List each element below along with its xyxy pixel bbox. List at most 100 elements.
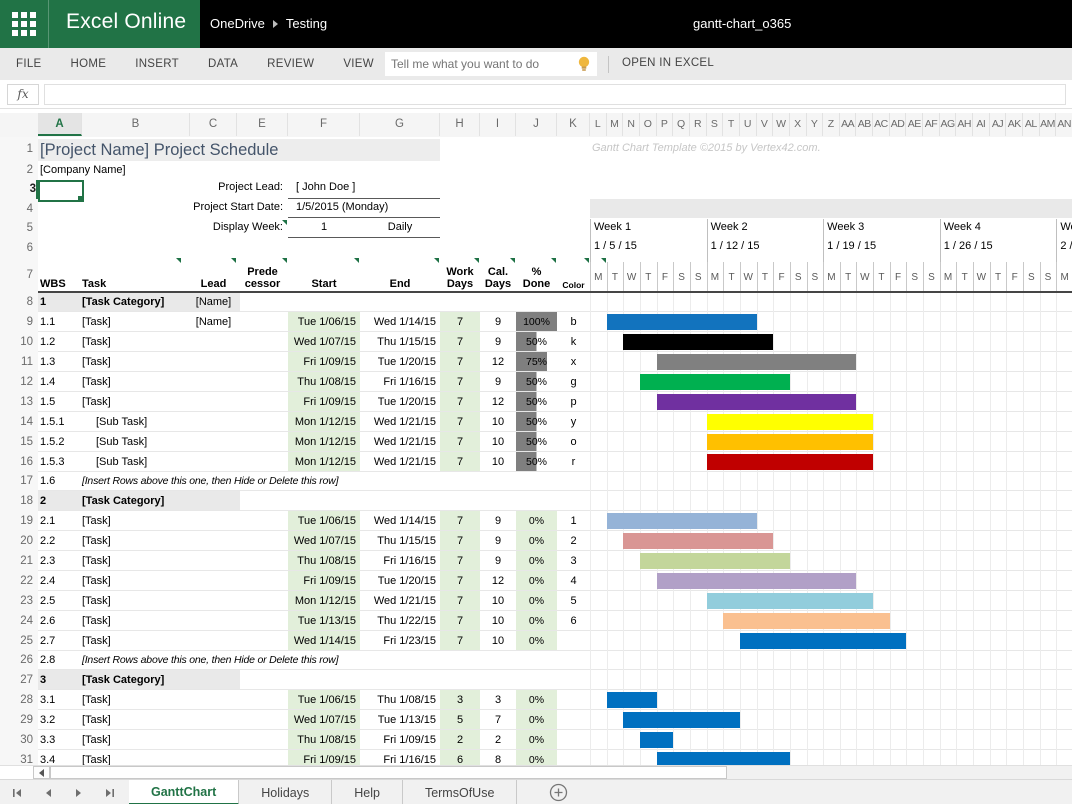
column-header-N[interactable]: N [623, 113, 640, 136]
color-code-cell[interactable]: g [557, 372, 590, 392]
gantt-bar[interactable] [640, 732, 673, 748]
wbs-cell[interactable]: 3.4 [40, 750, 55, 765]
gantt-bar[interactable] [607, 692, 657, 708]
app-launcher-button[interactable] [10, 10, 38, 38]
wbs-cell[interactable]: 1.2 [40, 332, 55, 352]
workdays-cell[interactable]: 7 [440, 531, 480, 551]
column-header-P[interactable]: P [657, 113, 674, 136]
wbs-cell[interactable]: 3 [40, 670, 46, 690]
caldays-cell[interactable]: 10 [480, 452, 516, 472]
done-cell[interactable]: 0% [516, 631, 557, 651]
row-header-14[interactable]: 14 [0, 412, 33, 432]
gantt-bar[interactable] [723, 613, 890, 629]
next-sheet-icon[interactable] [74, 788, 84, 798]
column-header-Z[interactable]: Z [823, 113, 840, 136]
task-cell[interactable]: [Task] [82, 392, 111, 412]
column-header-M[interactable]: M [607, 113, 624, 136]
end-cell[interactable]: Wed 1/21/15 [360, 412, 436, 432]
end-cell[interactable]: Fri 1/16/15 [360, 750, 436, 765]
end-cell[interactable]: Thu 1/22/15 [360, 611, 436, 631]
column-header-AB[interactable]: AB [856, 113, 873, 136]
gantt-bar[interactable] [707, 414, 874, 430]
caldays-cell[interactable]: 3 [480, 690, 516, 710]
row-header-28[interactable]: 28 [0, 690, 33, 710]
column-header-F[interactable]: F [288, 113, 360, 136]
insert-note-cell[interactable]: [Insert Rows above this one, then Hide o… [82, 472, 338, 491]
sheet-tab-help[interactable]: Help [332, 780, 403, 804]
column-header-AH[interactable]: AH [956, 113, 973, 136]
end-cell[interactable]: Wed 1/21/15 [360, 452, 436, 472]
caldays-cell[interactable]: 10 [480, 591, 516, 611]
gantt-bar[interactable] [707, 434, 874, 450]
color-code-cell[interactable]: p [557, 392, 590, 412]
caldays-cell[interactable]: 9 [480, 372, 516, 392]
task-cell[interactable]: [Task] [82, 531, 111, 551]
start-cell[interactable]: Thu 1/08/15 [288, 730, 356, 750]
task-cell[interactable]: [Task] [82, 551, 111, 571]
column-header-L[interactable]: L [590, 113, 607, 136]
wbs-cell[interactable]: 2.6 [40, 611, 55, 631]
caldays-cell[interactable]: 10 [480, 611, 516, 631]
done-cell[interactable]: 100% [516, 312, 557, 332]
start-cell[interactable]: Mon 1/12/15 [288, 432, 356, 452]
caldays-cell[interactable]: 9 [480, 511, 516, 531]
gantt-bar[interactable] [657, 354, 857, 370]
column-header-I[interactable]: I [480, 113, 516, 136]
color-code-cell[interactable]: 3 [557, 551, 590, 571]
wbs-cell[interactable]: 1.3 [40, 352, 55, 372]
end-cell[interactable]: Tue 1/13/15 [360, 710, 436, 730]
end-cell[interactable]: Fri 1/09/15 [360, 730, 436, 750]
row-header-26[interactable]: 26 [0, 651, 33, 670]
column-header-AG[interactable]: AG [940, 113, 957, 136]
column-header-W[interactable]: W [773, 113, 790, 136]
row-header-10[interactable]: 10 [0, 332, 33, 352]
scrollbar-thumb[interactable] [50, 766, 727, 779]
task-cell[interactable]: [Task] [82, 730, 111, 750]
start-cell[interactable]: Mon 1/12/15 [288, 412, 356, 432]
gantt-bar[interactable] [640, 374, 790, 390]
wbs-cell[interactable]: 1.5 [40, 392, 55, 412]
wbs-cell[interactable]: 3.3 [40, 730, 55, 750]
menu-home[interactable]: HOME [71, 58, 107, 70]
task-cell[interactable]: [Task] [82, 372, 111, 392]
caldays-cell[interactable]: 9 [480, 551, 516, 571]
end-cell[interactable]: Tue 1/20/15 [360, 392, 436, 412]
wbs-cell[interactable]: 1.5.1 [40, 412, 64, 432]
menu-file[interactable]: FILE [16, 58, 42, 70]
gantt-bar[interactable] [707, 593, 874, 609]
done-cell[interactable]: 0% [516, 591, 557, 611]
color-code-cell[interactable]: 6 [557, 611, 590, 631]
task-cell[interactable]: [Task Category] [82, 491, 164, 511]
task-cell[interactable]: [Task] [82, 631, 111, 651]
column-header-C[interactable]: C [190, 113, 237, 136]
caldays-cell[interactable]: 8 [480, 750, 516, 765]
column-header-AF[interactable]: AF [923, 113, 940, 136]
done-cell[interactable]: 75% [516, 352, 557, 372]
menu-data[interactable]: DATA [208, 58, 238, 70]
start-cell[interactable]: Fri 1/09/15 [288, 392, 356, 412]
column-header-U[interactable]: U [740, 113, 757, 136]
gantt-bar[interactable] [657, 752, 790, 765]
row-header-2[interactable]: 2 [0, 161, 33, 180]
end-cell[interactable]: Wed 1/21/15 [360, 432, 436, 452]
column-header-R[interactable]: R [690, 113, 707, 136]
column-header-AA[interactable]: AA [840, 113, 857, 136]
end-cell[interactable]: Thu 1/15/15 [360, 531, 436, 551]
column-header-K[interactable]: K [557, 113, 590, 136]
workdays-cell[interactable]: 7 [440, 432, 480, 452]
workdays-cell[interactable]: 7 [440, 452, 480, 472]
end-cell[interactable]: Tue 1/20/15 [360, 571, 436, 591]
task-cell[interactable]: [Sub Task] [96, 452, 147, 472]
project-start-date-value[interactable]: 1/5/2015 (Monday) [296, 201, 388, 213]
caldays-cell[interactable]: 12 [480, 571, 516, 591]
display-week-mode[interactable]: Daily [360, 221, 440, 233]
task-cell[interactable]: [Task] [82, 332, 111, 352]
wbs-cell[interactable]: 1 [40, 292, 46, 312]
done-cell[interactable]: 0% [516, 710, 557, 730]
row-header-8[interactable]: 8 [0, 292, 33, 312]
row-header-29[interactable]: 29 [0, 710, 33, 730]
end-cell[interactable]: Thu 1/15/15 [360, 332, 436, 352]
wbs-cell[interactable]: 2.1 [40, 511, 55, 531]
row-header-9[interactable]: 9 [0, 312, 33, 332]
color-code-cell[interactable]: 4 [557, 571, 590, 591]
